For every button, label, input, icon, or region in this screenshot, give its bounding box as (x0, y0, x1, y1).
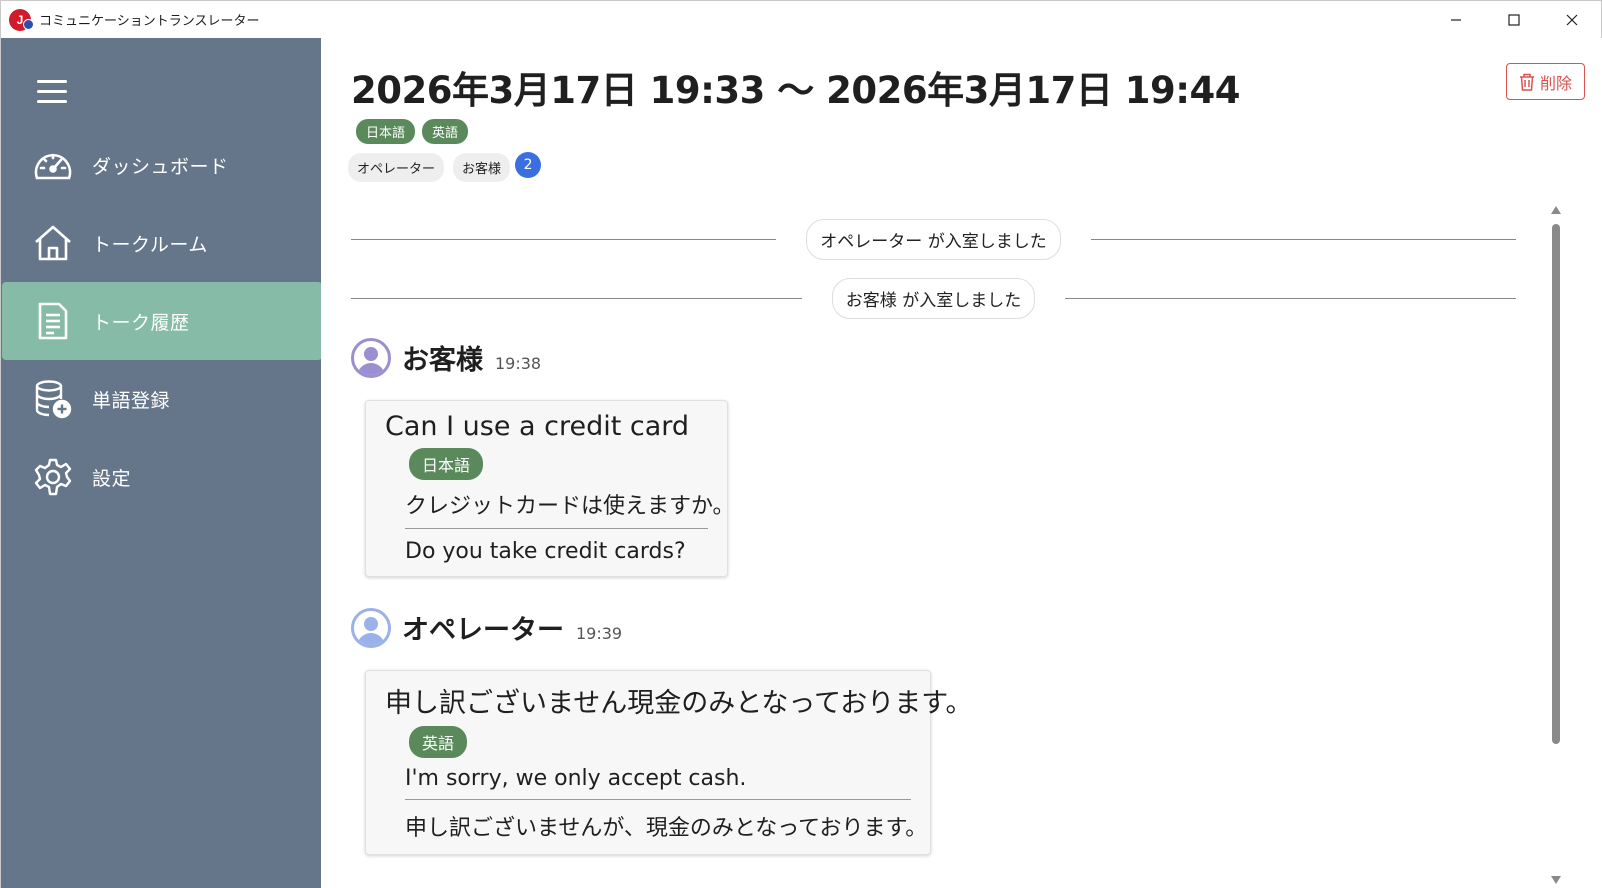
message-bubble: Can I use a credit card 日本語 クレジットカードは使えま… (365, 400, 735, 577)
sidebar-item-dashboard[interactable]: ダッシュボード (2, 126, 322, 204)
divider-line (351, 297, 802, 299)
user-avatar-icon (351, 338, 391, 378)
gear-icon (32, 456, 74, 498)
main-content: 2026年3月17日 19:33 〜 2026年3月17日 19:44 削除 日… (321, 38, 1602, 888)
home-icon (32, 222, 74, 264)
database-add-icon (32, 378, 74, 420)
delete-label: 削除 (1539, 73, 1572, 93)
minimize-button[interactable] (1427, 1, 1485, 39)
hamburger-menu-button[interactable] (37, 80, 67, 104)
back-translation-text: Do you take credit cards? (405, 539, 686, 564)
back-translation-text: 申し訳ございませんが、現金のみとなっております。 (405, 816, 928, 841)
scroll-up-arrow-icon[interactable] (1551, 206, 1561, 214)
dashboard-gauge-icon (32, 144, 74, 186)
event-divider: お客様 が入室しました (351, 277, 1516, 319)
member-tag: お客様 (453, 153, 511, 182)
sidebar-item-talkroom[interactable]: トークルーム (2, 204, 322, 282)
original-text: Can I use a credit card (385, 411, 690, 442)
member-count-badge: 2 (515, 151, 542, 178)
minimize-icon (1451, 19, 1461, 21)
title-bar: J コミュニケーショントランスレーター (0, 0, 1602, 38)
language-tags: 日本語 英語 (356, 119, 469, 144)
sidebar: ダッシュボード トークルーム トーク履歴 単語登録 設定 (0, 38, 322, 888)
close-button[interactable] (1543, 1, 1601, 39)
language-tag: 日本語 (356, 119, 416, 144)
target-language-tag: 英語 (409, 726, 468, 758)
trash-icon (1519, 73, 1534, 91)
sidebar-item-settings[interactable]: 設定 (2, 438, 322, 516)
member-tags: オペレーター お客様 2 (348, 151, 542, 182)
event-pill: オペレーター が入室しました (806, 218, 1061, 260)
app-logo-text: J (16, 12, 24, 27)
message-header: オペレーター 19:39 (351, 608, 622, 648)
user-avatar-icon (351, 608, 391, 648)
translated-text: I'm sorry, we only accept cash. (405, 766, 911, 800)
sidebar-item-label: 設定 (92, 467, 132, 490)
sender-name: オペレーター (402, 615, 564, 646)
app-logo-icon: J (9, 8, 34, 31)
message-time: 19:38 (495, 354, 542, 373)
scrollbar[interactable] (1549, 206, 1563, 888)
divider-line (1065, 297, 1516, 299)
window-title: コミュニケーショントランスレーター (39, 14, 260, 29)
sidebar-item-label: ダッシュボード (92, 155, 229, 178)
sidebar-item-label: トークルーム (92, 233, 208, 256)
hamburger-line (37, 90, 67, 93)
sidebar-item-label: 単語登録 (92, 389, 171, 412)
message-bubble: 申し訳ございません現金のみとなっております。 英語 I'm sorry, we … (365, 670, 973, 855)
sidebar-item-word-registration[interactable]: 単語登録 (2, 360, 322, 438)
divider-line (1090, 238, 1516, 240)
window-controls (1427, 1, 1601, 39)
event-divider: オペレーター が入室しました (351, 218, 1516, 260)
scroll-down-arrow-icon[interactable] (1551, 876, 1561, 884)
sender-name: お客様 (402, 345, 483, 376)
translated-text: クレジットカードは使えますか。 (405, 488, 735, 529)
hamburger-line (37, 80, 67, 83)
language-tag: 英語 (422, 119, 469, 144)
message-header: お客様 19:38 (351, 338, 541, 378)
sidebar-item-talk-history[interactable]: トーク履歴 (2, 282, 322, 360)
target-language-tag: 日本語 (409, 448, 484, 480)
close-icon (1566, 14, 1578, 26)
divider-line (351, 238, 777, 240)
maximize-icon (1508, 14, 1520, 26)
document-icon (32, 300, 74, 342)
maximize-button[interactable] (1485, 1, 1543, 39)
original-text: 申し訳ございません現金のみとなっております。 (385, 688, 973, 719)
page-title: 2026年3月17日 19:33 〜 2026年3月17日 19:44 (351, 69, 1241, 112)
delete-button[interactable]: 削除 (1506, 63, 1585, 100)
event-pill: お客様 が入室しました (831, 277, 1036, 319)
member-tag: オペレーター (348, 153, 445, 182)
message-time: 19:39 (576, 624, 623, 643)
hamburger-line (37, 100, 67, 103)
scroll-thumb[interactable] (1552, 224, 1560, 744)
sidebar-item-label: トーク履歴 (92, 311, 190, 334)
